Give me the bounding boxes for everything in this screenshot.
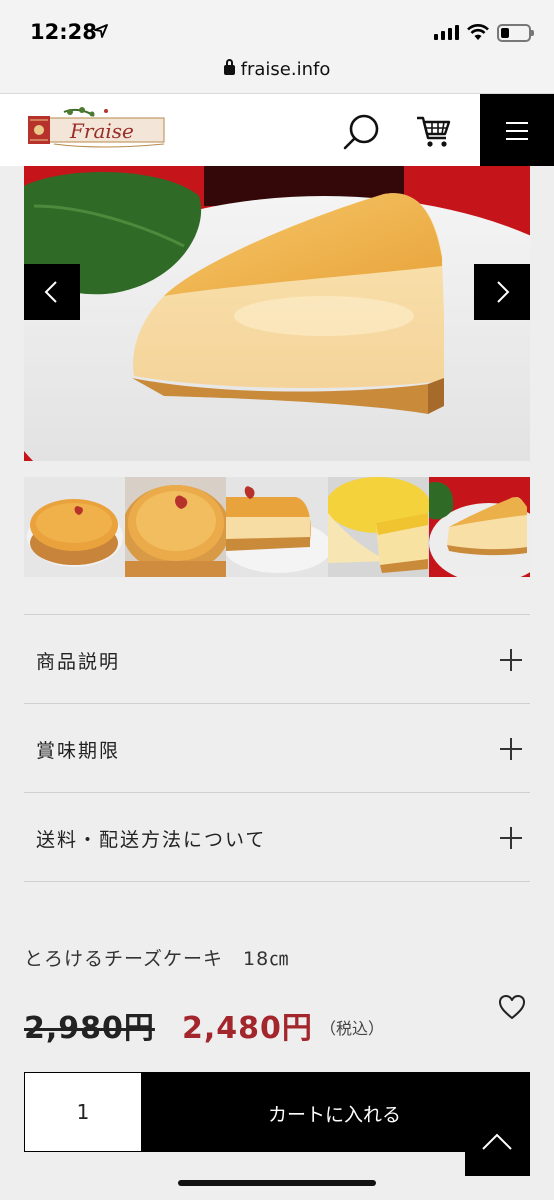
- home-indicator: [178, 1180, 376, 1186]
- accordion-label: 送料・配送方法について: [36, 829, 267, 851]
- cart-button[interactable]: [414, 112, 454, 152]
- status-bar: 12:28: [0, 0, 554, 56]
- site-header: Fraise: [0, 94, 554, 166]
- tax-note: （税込）: [320, 1019, 385, 1038]
- search-icon: [343, 114, 379, 150]
- lock-icon: [223, 59, 235, 75]
- battery-icon: [497, 24, 534, 42]
- fraise-logo[interactable]: Fraise: [24, 106, 168, 150]
- menu-button[interactable]: [480, 94, 554, 166]
- heart-icon: [499, 995, 525, 1019]
- sale-price: 2,480円: [182, 1011, 313, 1046]
- product-info-accordion: 商品説明 賞味期限 送料・配送方法について: [24, 614, 530, 882]
- thumbnail-5[interactable]: [428, 477, 530, 577]
- gallery-prev-button[interactable]: [24, 264, 80, 320]
- accordion-label: 賞味期限: [36, 740, 121, 762]
- scroll-to-top-button[interactable]: [465, 1107, 530, 1176]
- search-button[interactable]: [340, 112, 384, 152]
- cheesecake-photo: [24, 166, 530, 461]
- cellular-signal-icon: [434, 25, 459, 40]
- logo-text: Fraise: [69, 119, 134, 143]
- accordion-item-shipping[interactable]: 送料・配送方法について: [24, 793, 530, 882]
- thumbnail-2[interactable]: [125, 477, 227, 577]
- plus-icon: [500, 827, 522, 849]
- url-text: fraise.info: [240, 59, 331, 80]
- thumbnail-1[interactable]: [24, 477, 126, 577]
- gallery-next-button[interactable]: [474, 264, 530, 320]
- quantity-input[interactable]: [24, 1072, 142, 1152]
- chevron-up-icon: [482, 1133, 512, 1150]
- accordion-item-expiry[interactable]: 賞味期限: [24, 704, 530, 793]
- status-time: 12:28: [30, 20, 97, 44]
- accordion-item-description[interactable]: 商品説明: [24, 615, 530, 704]
- product-name: とろけるチーズケーキ 18㎝: [24, 948, 290, 970]
- thumbnail-strip: [24, 477, 530, 577]
- plus-icon: [500, 649, 522, 671]
- wifi-icon: [467, 24, 489, 40]
- add-to-cart-label: カートに入れる: [268, 1104, 402, 1126]
- favorite-button[interactable]: [498, 994, 526, 1020]
- product-main-image: [24, 166, 530, 461]
- accordion-label: 商品説明: [36, 651, 121, 673]
- browser-url-bar[interactable]: fraise.info: [0, 56, 554, 94]
- thumbnail-3[interactable]: [226, 477, 328, 577]
- cart-icon: [417, 116, 451, 147]
- chevron-left-icon: [44, 281, 57, 303]
- thumbnail-4[interactable]: [327, 477, 429, 577]
- location-arrow-icon: [94, 24, 108, 38]
- plus-icon: [500, 738, 522, 760]
- hamburger-icon: [506, 122, 528, 124]
- original-price: 2,980円: [24, 1011, 155, 1046]
- chevron-right-icon: [497, 281, 510, 303]
